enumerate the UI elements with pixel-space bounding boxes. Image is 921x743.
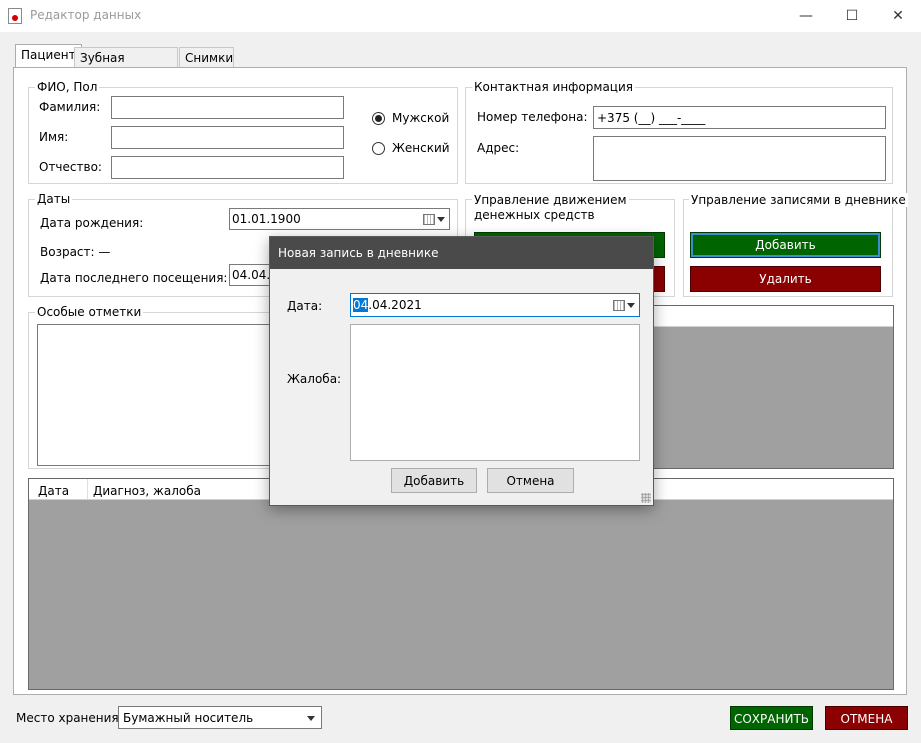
save-button[interactable]: СОХРАНИТЬ [730, 706, 813, 730]
minimize-icon: — [799, 8, 813, 24]
male-radio-option[interactable]: Мужской [372, 111, 452, 127]
dialog-title: Новая запись в дневнике [270, 237, 653, 269]
resize-grip-icon[interactable] [641, 493, 651, 503]
calendar-icon [613, 300, 625, 311]
cancel-button[interactable]: ОТМЕНА [825, 706, 908, 730]
dialog-add-button[interactable]: Добавить [391, 468, 477, 493]
tab-dental-formula[interactable]: Зубная формула [74, 47, 178, 79]
diary-delete-button[interactable]: Удалить [690, 266, 881, 292]
calendar-icon [423, 214, 435, 225]
diary-add-button[interactable]: Добавить [690, 232, 881, 258]
phone-field[interactable]: +375 (__) ___-____ [593, 106, 886, 129]
first-name-field[interactable] [111, 126, 344, 149]
maximize-button[interactable]: ☐ [829, 0, 875, 32]
maximize-icon: ☐ [845, 8, 859, 24]
age-label: Возраст: — [40, 245, 111, 259]
female-radio-option[interactable]: Женский [372, 141, 452, 157]
new-diary-entry-dialog: Новая запись в дневнике Дата: 04.04.2021… [269, 236, 654, 506]
tab-images[interactable]: Снимки [179, 47, 234, 68]
window-title: Редактор данных [30, 8, 142, 22]
address-label: Адрес: [477, 141, 520, 155]
female-label: Женский [392, 141, 450, 155]
birth-date-value: 01.01.1900 [232, 212, 301, 226]
money-group-title-line1: Управление движением [472, 193, 629, 207]
dialog-date-label: Дата: [287, 299, 323, 313]
notes-group-title: Особые отметки [35, 305, 144, 319]
first-name-label: Имя: [39, 130, 69, 144]
diary-group-title: Управление записями в дневнике [689, 193, 908, 207]
contact-group-title: Контактная информация [472, 80, 635, 94]
money-group-title-line2: денежных средств [472, 208, 597, 222]
storage-select-value: Бумажный носитель [123, 711, 254, 725]
male-label: Мужской [392, 111, 450, 125]
tab-label: Пациент [21, 48, 76, 62]
male-radio[interactable] [372, 112, 385, 125]
dialog-date-rest: .04.2021 [368, 298, 422, 312]
column-header-date[interactable]: Дата [38, 484, 69, 498]
dates-group-title: Даты [35, 192, 73, 206]
close-button[interactable]: ✕ [875, 0, 921, 32]
birth-date-label: Дата рождения: [40, 216, 144, 230]
title-bar: Редактор данных — ☐ ✕ [0, 0, 921, 32]
storage-select[interactable]: Бумажный носитель [118, 706, 322, 729]
column-divider [87, 479, 88, 499]
patronymic-label: Отчество: [39, 160, 102, 174]
chevron-down-icon [437, 217, 445, 222]
chevron-down-icon [307, 716, 315, 721]
patronymic-field[interactable] [111, 156, 344, 179]
close-icon: ✕ [892, 8, 904, 24]
tab-label: Снимки [185, 51, 234, 65]
storage-label: Место хранения: [16, 711, 123, 725]
dialog-complaint-label: Жалоба: [287, 372, 342, 386]
last-name-field[interactable] [111, 96, 344, 119]
phone-label: Номер телефона: [477, 110, 588, 124]
dialog-complaint-field[interactable] [350, 324, 640, 461]
chevron-down-icon [627, 303, 635, 308]
birth-date-picker[interactable]: 01.01.1900 [229, 208, 450, 230]
last-visit-label: Дата последнего посещения: [40, 271, 228, 285]
dialog-cancel-button[interactable]: Отмена [487, 468, 574, 493]
tab-patient[interactable]: Пациент [15, 44, 82, 68]
dialog-date-picker[interactable]: 04.04.2021 [350, 293, 640, 317]
address-field[interactable] [593, 136, 886, 181]
dialog-date-selected: 04 [353, 298, 369, 312]
last-name-label: Фамилия: [39, 100, 101, 114]
female-radio[interactable] [372, 142, 385, 155]
app-icon [8, 8, 22, 24]
fio-group-title: ФИО, Пол [35, 80, 100, 94]
diary-table[interactable]: Дата Диагноз, жалоба [28, 478, 894, 690]
column-header-diagnosis[interactable]: Диагноз, жалоба [93, 484, 201, 498]
minimize-button[interactable]: — [783, 0, 829, 32]
